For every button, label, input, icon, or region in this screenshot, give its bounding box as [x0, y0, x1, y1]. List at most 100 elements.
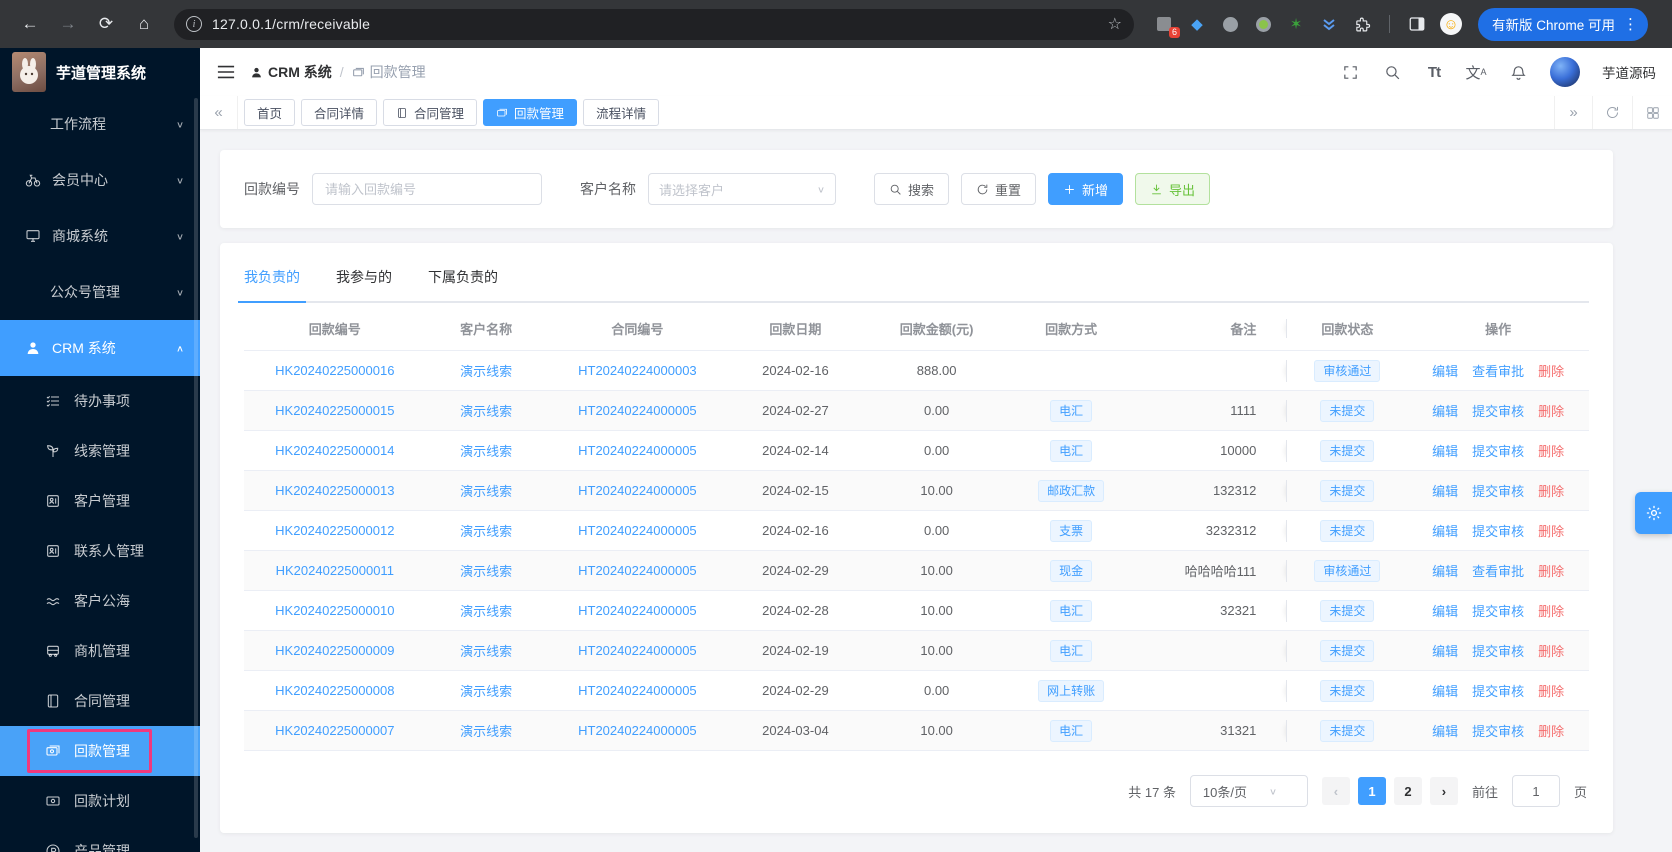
sidebar-item-member-center[interactable]: 会员中心 ∨ [0, 152, 200, 208]
receivable-no-link[interactable]: HK20240225000015 [275, 403, 394, 418]
sidebar-item-contracts[interactable]: 合同管理 [0, 676, 200, 726]
page-button-2[interactable]: 2 [1393, 777, 1422, 805]
review-action[interactable]: 提交审核 [1472, 681, 1524, 700]
sidebar-item-mall[interactable]: 商城系统 ∨ [0, 208, 200, 264]
review-action[interactable]: 提交审核 [1472, 481, 1524, 500]
search-button[interactable]: 搜索 [874, 173, 950, 205]
delete-action[interactable]: 删除 [1538, 681, 1564, 700]
sidebar-scrollbar[interactable] [194, 98, 198, 838]
font-size-icon[interactable]: Tt [1424, 62, 1444, 82]
receivable-no-link[interactable]: HK20240225000011 [276, 563, 394, 578]
page-button-1[interactable]: 1 [1357, 777, 1386, 805]
receivable-no-link[interactable]: HK20240225000008 [275, 683, 394, 698]
sidebar-item-customers[interactable]: 客户管理 [0, 476, 200, 526]
receivable-no-link[interactable]: HK20240225000010 [275, 603, 394, 618]
receivable-no-link[interactable]: HK20240225000016 [275, 363, 394, 378]
contract-link[interactable]: HT20240224000005 [578, 403, 697, 418]
fullscreen-icon[interactable] [1340, 62, 1360, 82]
reset-button[interactable]: 重置 [961, 173, 1037, 205]
next-page-icon[interactable]: › [1429, 777, 1458, 805]
receivable-no-link[interactable]: HK20240225000009 [275, 643, 394, 658]
tab-subordinate[interactable]: 下属负责的 [428, 263, 498, 301]
receivable-no-link[interactable]: HK20240225000014 [275, 443, 394, 458]
tag-contract-manage[interactable]: 合同管理 [383, 99, 478, 126]
sidebar-item-contacts[interactable]: 联系人管理 [0, 526, 200, 576]
breadcrumb-root[interactable]: CRM 系统 [250, 62, 332, 82]
delete-action[interactable]: 删除 [1538, 481, 1564, 500]
extension-icon-4[interactable] [1253, 14, 1273, 34]
customer-link[interactable]: 演示线索 [460, 721, 512, 740]
review-action[interactable]: 查看审批 [1472, 361, 1524, 380]
edit-action[interactable]: 编辑 [1432, 481, 1458, 500]
bell-icon[interactable] [1508, 62, 1528, 82]
home-icon[interactable]: ⌂ [128, 8, 160, 40]
customer-link[interactable]: 演示线索 [460, 481, 512, 500]
receivable-no-input[interactable] [312, 173, 542, 205]
contract-link[interactable]: HT20240224000005 [578, 523, 697, 538]
sidebar-item-todo[interactable]: 待办事项 [0, 376, 200, 426]
edit-action[interactable]: 编辑 [1432, 441, 1458, 460]
tag-receivable-manage[interactable]: 回款管理 [483, 99, 578, 126]
export-button[interactable]: 导出 [1135, 173, 1211, 205]
customer-select[interactable]: 请选择客户 ∨ [648, 173, 836, 205]
contract-link[interactable]: HT20240224000005 [578, 443, 697, 458]
layout-grid-icon[interactable] [1632, 96, 1672, 129]
back-icon[interactable]: ← [14, 8, 46, 40]
contract-link[interactable]: HT20240224000005 [578, 603, 697, 618]
sidebar-item-opportunities[interactable]: 商机管理 [0, 626, 200, 676]
tags-refresh-icon[interactable] [1592, 96, 1632, 129]
site-info-icon[interactable]: i [186, 16, 202, 32]
delete-action[interactable]: 删除 [1538, 601, 1564, 620]
delete-action[interactable]: 删除 [1538, 441, 1564, 460]
extension-icon-3[interactable] [1220, 14, 1240, 34]
tab-my-responsible[interactable]: 我负责的 [238, 263, 306, 303]
translate-icon[interactable]: 文A [1465, 62, 1486, 82]
tab-my-participated[interactable]: 我参与的 [336, 263, 392, 301]
customer-link[interactable]: 演示线索 [460, 641, 512, 660]
add-button[interactable]: 新增 [1048, 173, 1124, 205]
sidebar-item-workflow[interactable]: 工作流程 ∨ [0, 96, 200, 152]
contract-link[interactable]: HT20240224000003 [578, 363, 697, 378]
edit-action[interactable]: 编辑 [1432, 361, 1458, 380]
contract-link[interactable]: HT20240224000005 [578, 643, 697, 658]
customer-link[interactable]: 演示线索 [460, 601, 512, 620]
tags-scroll-left-icon[interactable]: « [200, 96, 238, 129]
bookmark-star-icon[interactable]: ☆ [1108, 14, 1122, 34]
extension-icon-5[interactable]: ✶ [1286, 14, 1306, 34]
tag-home[interactable]: 首页 [244, 99, 296, 126]
review-action[interactable]: 提交审核 [1472, 401, 1524, 420]
customer-link[interactable]: 演示线索 [460, 441, 512, 460]
customer-link[interactable]: 演示线索 [460, 521, 512, 540]
delete-action[interactable]: 删除 [1538, 561, 1564, 580]
customer-link[interactable]: 演示线索 [460, 361, 512, 380]
tag-process-detail[interactable]: 流程详情 [583, 99, 660, 126]
contract-link[interactable]: HT20240224000005 [578, 683, 697, 698]
goto-page-input[interactable] [1511, 775, 1560, 807]
receivable-no-link[interactable]: HK20240225000013 [275, 483, 394, 498]
review-action[interactable]: 提交审核 [1472, 641, 1524, 660]
user-avatar[interactable] [1550, 57, 1580, 87]
sidebar-item-official-account[interactable]: 公众号管理 ∨ [0, 264, 200, 320]
page-size-select[interactable]: 10条/页 ∨ [1189, 775, 1308, 807]
contract-link[interactable]: HT20240224000005 [578, 723, 697, 738]
contract-link[interactable]: HT20240224000005 [578, 563, 697, 578]
search-icon[interactable] [1382, 62, 1402, 82]
review-action[interactable]: 提交审核 [1472, 601, 1524, 620]
sidebar-item-public-pool[interactable]: 客户公海 [0, 576, 200, 626]
chrome-update-chip[interactable]: 有新版 Chrome 可用 ⋮ [1478, 7, 1649, 41]
customer-link[interactable]: 演示线索 [460, 681, 512, 700]
side-panel-icon[interactable] [1407, 14, 1427, 34]
delete-action[interactable]: 删除 [1538, 721, 1564, 740]
browser-menu-icon[interactable]: ⋮ [1623, 15, 1638, 33]
delete-action[interactable]: 删除 [1538, 361, 1564, 380]
forward-icon[interactable]: → [52, 8, 84, 40]
review-action[interactable]: 提交审核 [1472, 521, 1524, 540]
review-action[interactable]: 查看审批 [1472, 561, 1524, 580]
edit-action[interactable]: 编辑 [1432, 681, 1458, 700]
profile-avatar-icon[interactable]: ☺ [1440, 13, 1462, 35]
customer-link[interactable]: 演示线索 [460, 561, 512, 580]
tag-contract-detail[interactable]: 合同详情 [301, 99, 378, 126]
delete-action[interactable]: 删除 [1538, 521, 1564, 540]
contract-link[interactable]: HT20240224000005 [578, 483, 697, 498]
review-action[interactable]: 提交审核 [1472, 721, 1524, 740]
